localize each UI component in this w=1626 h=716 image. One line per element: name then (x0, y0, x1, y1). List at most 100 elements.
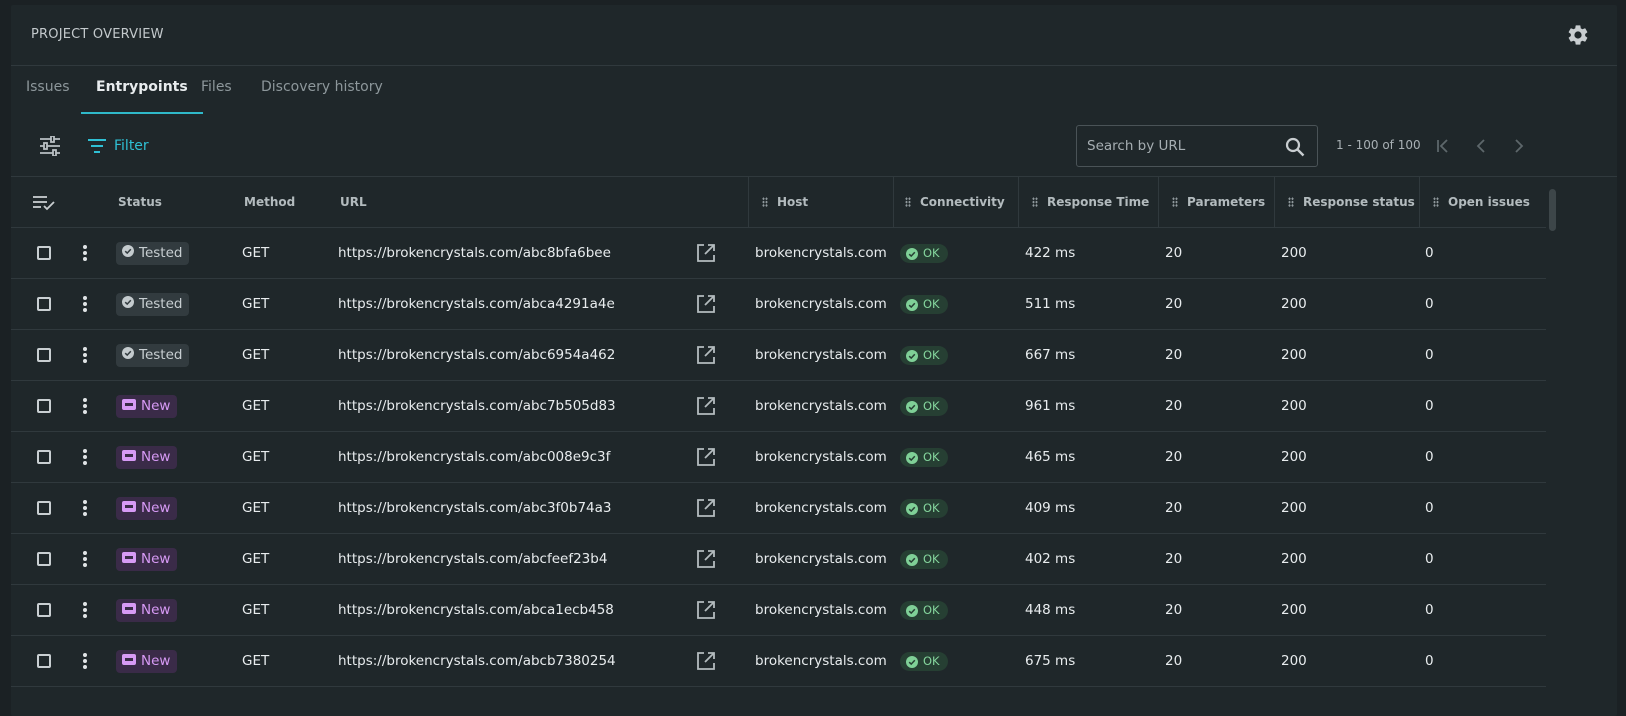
connectivity-label: OK (923, 603, 940, 617)
kebab-menu-icon[interactable] (81, 448, 89, 466)
search-input[interactable] (1087, 136, 1277, 156)
scrollbar-thumb[interactable] (1549, 189, 1556, 231)
vertical-scrollbar[interactable] (1548, 177, 1557, 716)
kebab-menu-icon[interactable] (81, 652, 89, 670)
connectivity-label: OK (923, 348, 940, 362)
host-cell: brokencrystals.com (755, 449, 887, 465)
check-circle-icon (906, 553, 918, 566)
drag-handle-icon[interactable] (1032, 197, 1038, 207)
tab-files[interactable]: Files (186, 67, 247, 114)
column-status[interactable]: Status (118, 177, 162, 228)
first-page-icon[interactable] (1431, 134, 1455, 158)
column-host[interactable]: Host (748, 177, 893, 228)
search-box (1076, 125, 1318, 167)
select-all-icon[interactable] (33, 195, 55, 211)
connectivity-badge: OK (900, 448, 948, 467)
table-row[interactable]: New GET https://brokencrystals.com/abcfe… (11, 534, 1546, 585)
table-row[interactable]: Tested GET https://brokencrystals.com/ab… (11, 279, 1546, 330)
drag-handle-icon[interactable] (905, 197, 911, 207)
open-external-icon[interactable] (696, 447, 716, 467)
table-row[interactable]: New GET https://brokencrystals.com/abcb7… (11, 636, 1546, 687)
response-time-cell: 511 ms (1025, 296, 1076, 312)
open-external-icon[interactable] (696, 600, 716, 620)
open-external-icon[interactable] (696, 549, 716, 569)
column-response-status[interactable]: Response status (1274, 177, 1419, 228)
row-checkbox[interactable] (37, 297, 51, 311)
new-badge-icon (122, 552, 136, 563)
open-external-icon[interactable] (696, 294, 716, 314)
prev-page-icon[interactable] (1469, 134, 1493, 158)
tab-issues[interactable]: Issues (11, 67, 85, 114)
row-checkbox[interactable] (37, 552, 51, 566)
column-connectivity[interactable]: Connectivity (893, 177, 1018, 228)
column-response-time[interactable]: Response Time (1018, 177, 1158, 228)
kebab-menu-icon[interactable] (81, 346, 89, 364)
table-row[interactable]: New GET https://brokencrystals.com/abca1… (11, 585, 1546, 636)
kebab-menu-icon[interactable] (81, 499, 89, 517)
tab-discovery-history[interactable]: Discovery history (246, 67, 398, 114)
row-checkbox[interactable] (37, 399, 51, 413)
row-checkbox[interactable] (37, 246, 51, 260)
method-cell: GET (242, 398, 270, 414)
open-external-icon[interactable] (696, 651, 716, 671)
table-row[interactable]: Tested GET https://brokencrystals.com/ab… (11, 228, 1546, 279)
response-status-cell: 200 (1281, 551, 1307, 567)
status-label: Tested (139, 296, 183, 312)
row-checkbox[interactable] (37, 348, 51, 362)
panel-header: PROJECT OVERVIEW (11, 5, 1617, 66)
next-page-icon[interactable] (1507, 134, 1531, 158)
row-checkbox[interactable] (37, 450, 51, 464)
table-row[interactable]: New GET https://brokencrystals.com/abc3f… (11, 483, 1546, 534)
kebab-menu-icon[interactable] (81, 244, 89, 262)
tab-entrypoints[interactable]: Entrypoints (81, 67, 203, 114)
search-icon[interactable] (1285, 137, 1305, 157)
filter-label: Filter (114, 138, 149, 154)
status-badge: New (116, 548, 178, 571)
open-external-icon[interactable] (696, 396, 716, 416)
filter-button[interactable]: Filter (88, 132, 149, 160)
open-external-icon[interactable] (696, 243, 716, 263)
filter-icon (88, 139, 106, 153)
column-open-issues[interactable]: Open issues (1419, 177, 1546, 228)
host-cell: brokencrystals.com (755, 500, 887, 516)
table-row[interactable]: Tested GET https://brokencrystals.com/ab… (11, 330, 1546, 381)
open-issues-cell: 0 (1425, 449, 1434, 465)
status-badge: New (116, 650, 178, 673)
response-time-cell: 402 ms (1025, 551, 1076, 567)
column-method[interactable]: Method (244, 177, 295, 228)
host-cell: brokencrystals.com (755, 653, 887, 669)
response-time-cell: 465 ms (1025, 449, 1076, 465)
connectivity-label: OK (923, 399, 940, 413)
drag-handle-icon[interactable] (1172, 197, 1178, 207)
kebab-menu-icon[interactable] (81, 601, 89, 619)
table-row[interactable]: New GET https://brokencrystals.com/abc7b… (11, 381, 1546, 432)
row-checkbox[interactable] (37, 603, 51, 617)
open-external-icon[interactable] (696, 345, 716, 365)
method-cell: GET (242, 500, 270, 516)
kebab-menu-icon[interactable] (81, 397, 89, 415)
table-row[interactable]: New GET https://brokencrystals.com/abc00… (11, 432, 1546, 483)
row-checkbox[interactable] (37, 501, 51, 515)
connectivity-badge: OK (900, 397, 948, 416)
check-circle-icon (906, 247, 918, 260)
tune-icon[interactable] (39, 136, 61, 156)
column-parameters[interactable]: Parameters (1158, 177, 1274, 228)
open-external-icon[interactable] (696, 498, 716, 518)
url-cell: https://brokencrystals.com/abcb7380254 (338, 653, 616, 669)
drag-handle-icon[interactable] (1288, 197, 1294, 207)
kebab-menu-icon[interactable] (81, 295, 89, 313)
status-icon (122, 395, 136, 418)
response-status-cell: 200 (1281, 347, 1307, 363)
open-issues-cell: 0 (1425, 398, 1434, 414)
status-label: New (141, 551, 171, 567)
response-status-cell: 200 (1281, 398, 1307, 414)
drag-handle-icon[interactable] (1433, 197, 1439, 207)
url-cell: https://brokencrystals.com/abc7b505d83 (338, 398, 616, 414)
row-checkbox[interactable] (37, 654, 51, 668)
column-url[interactable]: URL (340, 177, 367, 228)
drag-handle-icon[interactable] (762, 197, 768, 207)
kebab-menu-icon[interactable] (81, 550, 89, 568)
gear-icon[interactable] (1566, 23, 1590, 47)
url-cell: https://brokencrystals.com/abc008e9c3f (338, 449, 611, 465)
column-parameters-label: Parameters (1187, 195, 1266, 209)
